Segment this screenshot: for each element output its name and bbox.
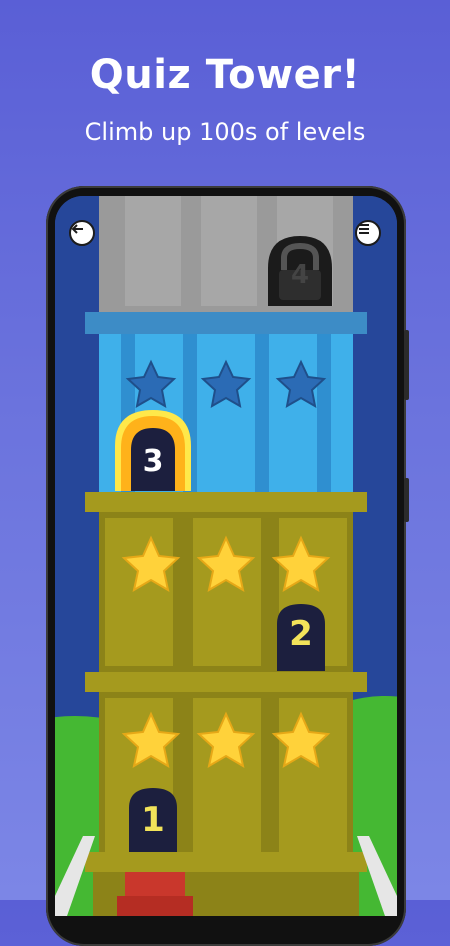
tower-scene [55,196,397,916]
menu-button[interactable] [355,220,381,246]
page-title: Quiz Tower! [89,52,361,98]
gold-panel [105,518,173,666]
blue-pillar [255,334,269,494]
floor-ledge [85,312,367,334]
level-3-label: 3 [142,444,164,479]
menu-icon [359,224,369,234]
phone-side-button [404,330,409,400]
red-carpet-step [117,896,193,916]
gold-base [85,852,367,872]
level-2-label: 2 [289,614,313,654]
gold-ledge [85,672,367,692]
level-1-label: 1 [141,800,165,840]
grey-pillar [201,196,257,306]
gold-panel [279,698,347,852]
back-button[interactable] [69,220,95,246]
gold-ledge [85,492,367,512]
arrow-left-icon [71,224,83,234]
grey-pillar [125,196,181,306]
game-screen: 4 3 2 1 [55,196,397,916]
blue-pillar [317,334,331,494]
page-subtitle: Climb up 100s of levels [84,118,366,146]
phone-side-button [404,478,409,522]
level-4-label: 4 [290,260,310,290]
